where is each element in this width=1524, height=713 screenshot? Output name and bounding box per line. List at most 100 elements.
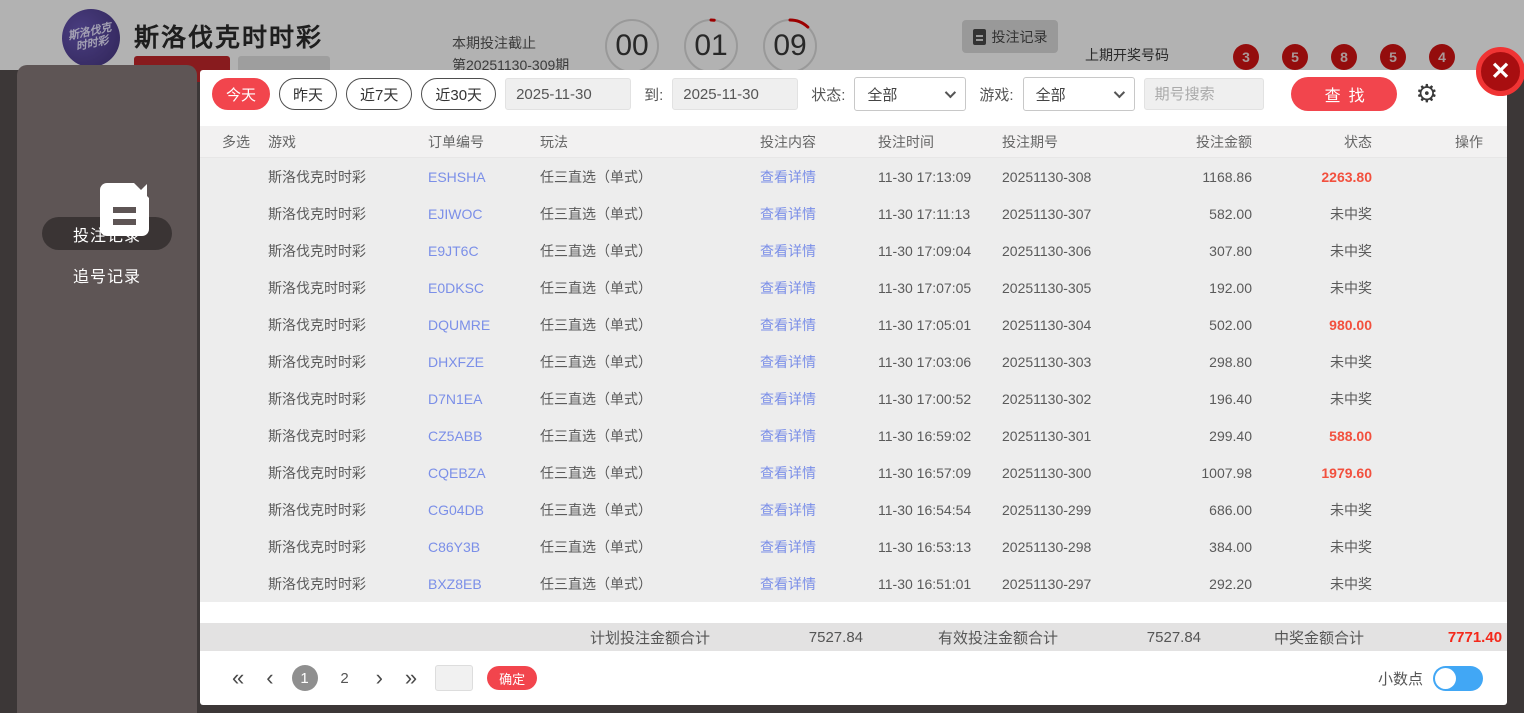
game-cell: 斯洛伐克时时彩 xyxy=(268,575,366,592)
play-type-cell: 任三直选（单式） xyxy=(540,390,652,407)
table-row: 斯洛伐克时时彩 E0DKSC 任三直选（单式） 查看详情 11-30 17:07:05 2… xyxy=(200,269,1507,306)
period-cell: 20251130-297 xyxy=(1002,575,1092,592)
order-id-link[interactable]: D7N1EA xyxy=(428,391,540,407)
game-cell: 斯洛伐克时时彩 xyxy=(268,205,366,222)
amount-cell: 196.40 xyxy=(1209,390,1252,407)
status-cell: 未中奖 xyxy=(1330,205,1372,222)
game-cell: 斯洛伐克时时彩 xyxy=(268,390,366,407)
view-detail-link[interactable]: 查看详情 xyxy=(760,167,878,187)
view-detail-link[interactable]: 查看详情 xyxy=(760,537,878,557)
play-type-cell: 任三直选（单式） xyxy=(540,353,652,370)
bet-time-cell: 11-30 17:03:06 xyxy=(878,353,972,370)
last-page-button[interactable]: » xyxy=(401,667,421,689)
period-cell: 20251130-307 xyxy=(1002,205,1092,222)
period-cell: 20251130-301 xyxy=(1002,427,1092,444)
amount-cell: 384.00 xyxy=(1209,538,1252,555)
status-cell: 1979.60 xyxy=(1321,464,1372,481)
amount-cell: 582.00 xyxy=(1209,205,1252,222)
amount-cell: 686.00 xyxy=(1209,501,1252,518)
column-header-status: 状态 xyxy=(1344,133,1372,150)
page-number-2[interactable]: 2 xyxy=(332,665,358,691)
play-type-cell: 任三直选（单式） xyxy=(540,575,652,592)
period-cell: 20251130-304 xyxy=(1002,316,1092,333)
amount-cell: 192.00 xyxy=(1209,279,1252,296)
status-cell: 2263.80 xyxy=(1321,168,1372,185)
status-cell: 未中奖 xyxy=(1330,242,1372,259)
quick-date-filters: 今天 昨天 近7天 近30天 xyxy=(212,78,497,110)
quick-filter-近7天[interactable]: 近7天 xyxy=(346,78,413,110)
play-type-cell: 任三直选（单式） xyxy=(540,464,652,481)
find-button[interactable]: 查找 xyxy=(1290,77,1397,111)
game-cell: 斯洛伐克时时彩 xyxy=(268,279,366,296)
status-select-value: 全部 xyxy=(867,86,898,104)
order-id-link[interactable]: BXZ8EB xyxy=(428,576,540,592)
bet-time-cell: 11-30 17:00:52 xyxy=(878,390,972,407)
order-id-link[interactable]: E0DKSC xyxy=(428,280,540,296)
bet-time-cell: 11-30 16:57:09 xyxy=(878,464,972,481)
quick-filter-昨天[interactable]: 昨天 xyxy=(279,78,338,110)
view-detail-link[interactable]: 查看详情 xyxy=(760,426,878,446)
game-cell: 斯洛伐克时时彩 xyxy=(268,427,366,444)
decimal-toggle[interactable] xyxy=(1433,665,1483,691)
column-header-op: 操作 xyxy=(1455,133,1483,150)
view-detail-link[interactable]: 查看详情 xyxy=(760,315,878,335)
to-label: 到: xyxy=(644,86,664,104)
gear-icon[interactable]: ⚙ xyxy=(1416,81,1438,107)
page-jump-input[interactable] xyxy=(435,665,474,691)
page-number-1[interactable]: 1 xyxy=(291,665,318,691)
period-search-input[interactable] xyxy=(1143,78,1264,110)
document-icon xyxy=(100,183,149,236)
bet-time-cell: 11-30 16:53:13 xyxy=(878,538,972,555)
date-from-input[interactable] xyxy=(505,78,632,110)
order-id-link[interactable]: E9JT6C xyxy=(428,243,540,259)
column-header-check: 多选 xyxy=(222,133,250,150)
view-detail-link[interactable]: 查看详情 xyxy=(760,463,878,483)
bet-records-modal: ✕ 今天昨天近7天近30天 到: 状态: 全部 游戏: 全部 查找 ⚙ 多选 游戏… xyxy=(200,47,1524,705)
order-id-link[interactable]: CQEBZA xyxy=(428,465,540,481)
game-cell: 斯洛伐克时时彩 xyxy=(268,168,366,185)
view-detail-link[interactable]: 查看详情 xyxy=(760,389,878,409)
play-type-cell: 任三直选（单式） xyxy=(540,427,652,444)
period-cell: 20251130-306 xyxy=(1002,242,1092,259)
play-type-cell: 任三直选（单式） xyxy=(540,242,652,259)
column-header-order: 订单编号 xyxy=(428,133,484,150)
first-page-button[interactable]: « xyxy=(228,667,248,689)
view-detail-link[interactable]: 查看详情 xyxy=(760,204,878,224)
view-detail-link[interactable]: 查看详情 xyxy=(760,574,878,594)
order-id-link[interactable]: CZ5ABB xyxy=(428,428,540,444)
game-select-value: 全部 xyxy=(1035,86,1066,104)
order-id-link[interactable]: C86Y3B xyxy=(428,539,540,555)
sidebar-item-chase-records[interactable]: 追号记录 xyxy=(42,258,172,291)
bet-time-cell: 11-30 17:07:05 xyxy=(878,279,972,296)
quick-filter-近30天[interactable]: 近30天 xyxy=(421,78,497,110)
game-cell: 斯洛伐克时时彩 xyxy=(268,538,366,555)
table-row: 斯洛伐克时时彩 D7N1EA 任三直选（单式） 查看详情 11-30 17:00:52 2… xyxy=(200,380,1507,417)
confirm-page-button[interactable]: 确定 xyxy=(487,666,538,690)
bet-time-cell: 11-30 17:13:09 xyxy=(878,168,972,185)
order-id-link[interactable]: DHXFZE xyxy=(428,354,540,370)
next-page-button[interactable]: › xyxy=(372,667,387,689)
close-button[interactable]: ✕ xyxy=(1476,47,1524,96)
game-select[interactable]: 全部 xyxy=(1022,77,1135,111)
records-sidebar: 投注记录 追号记录 xyxy=(17,65,197,713)
status-cell: 未中奖 xyxy=(1330,279,1372,296)
view-detail-link[interactable]: 查看详情 xyxy=(760,352,878,372)
view-detail-link[interactable]: 查看详情 xyxy=(760,278,878,298)
quick-filter-今天[interactable]: 今天 xyxy=(212,78,271,110)
win-total-value: 7771.40 xyxy=(1447,628,1503,646)
view-detail-link[interactable]: 查看详情 xyxy=(760,241,878,261)
order-id-link[interactable]: DQUMRE xyxy=(428,317,540,333)
date-to-input[interactable] xyxy=(672,78,799,110)
prev-page-button[interactable]: ‹ xyxy=(262,667,277,689)
play-type-cell: 任三直选（单式） xyxy=(540,279,652,296)
order-id-link[interactable]: ESHSHA xyxy=(428,169,540,185)
bet-time-cell: 11-30 16:59:02 xyxy=(878,427,972,444)
status-select[interactable]: 全部 xyxy=(854,77,967,111)
order-id-link[interactable]: CG04DB xyxy=(428,502,540,518)
play-type-cell: 任三直选（单式） xyxy=(540,205,652,222)
order-id-link[interactable]: EJIWOC xyxy=(428,206,540,222)
table-row: 斯洛伐克时时彩 CG04DB 任三直选（单式） 查看详情 11-30 16:54:54 2… xyxy=(200,491,1507,528)
table-row: 斯洛伐克时时彩 ESHSHA 任三直选（单式） 查看详情 11-30 17:13:09 2… xyxy=(200,158,1507,195)
view-detail-link[interactable]: 查看详情 xyxy=(760,500,878,520)
period-cell: 20251130-298 xyxy=(1002,538,1092,555)
